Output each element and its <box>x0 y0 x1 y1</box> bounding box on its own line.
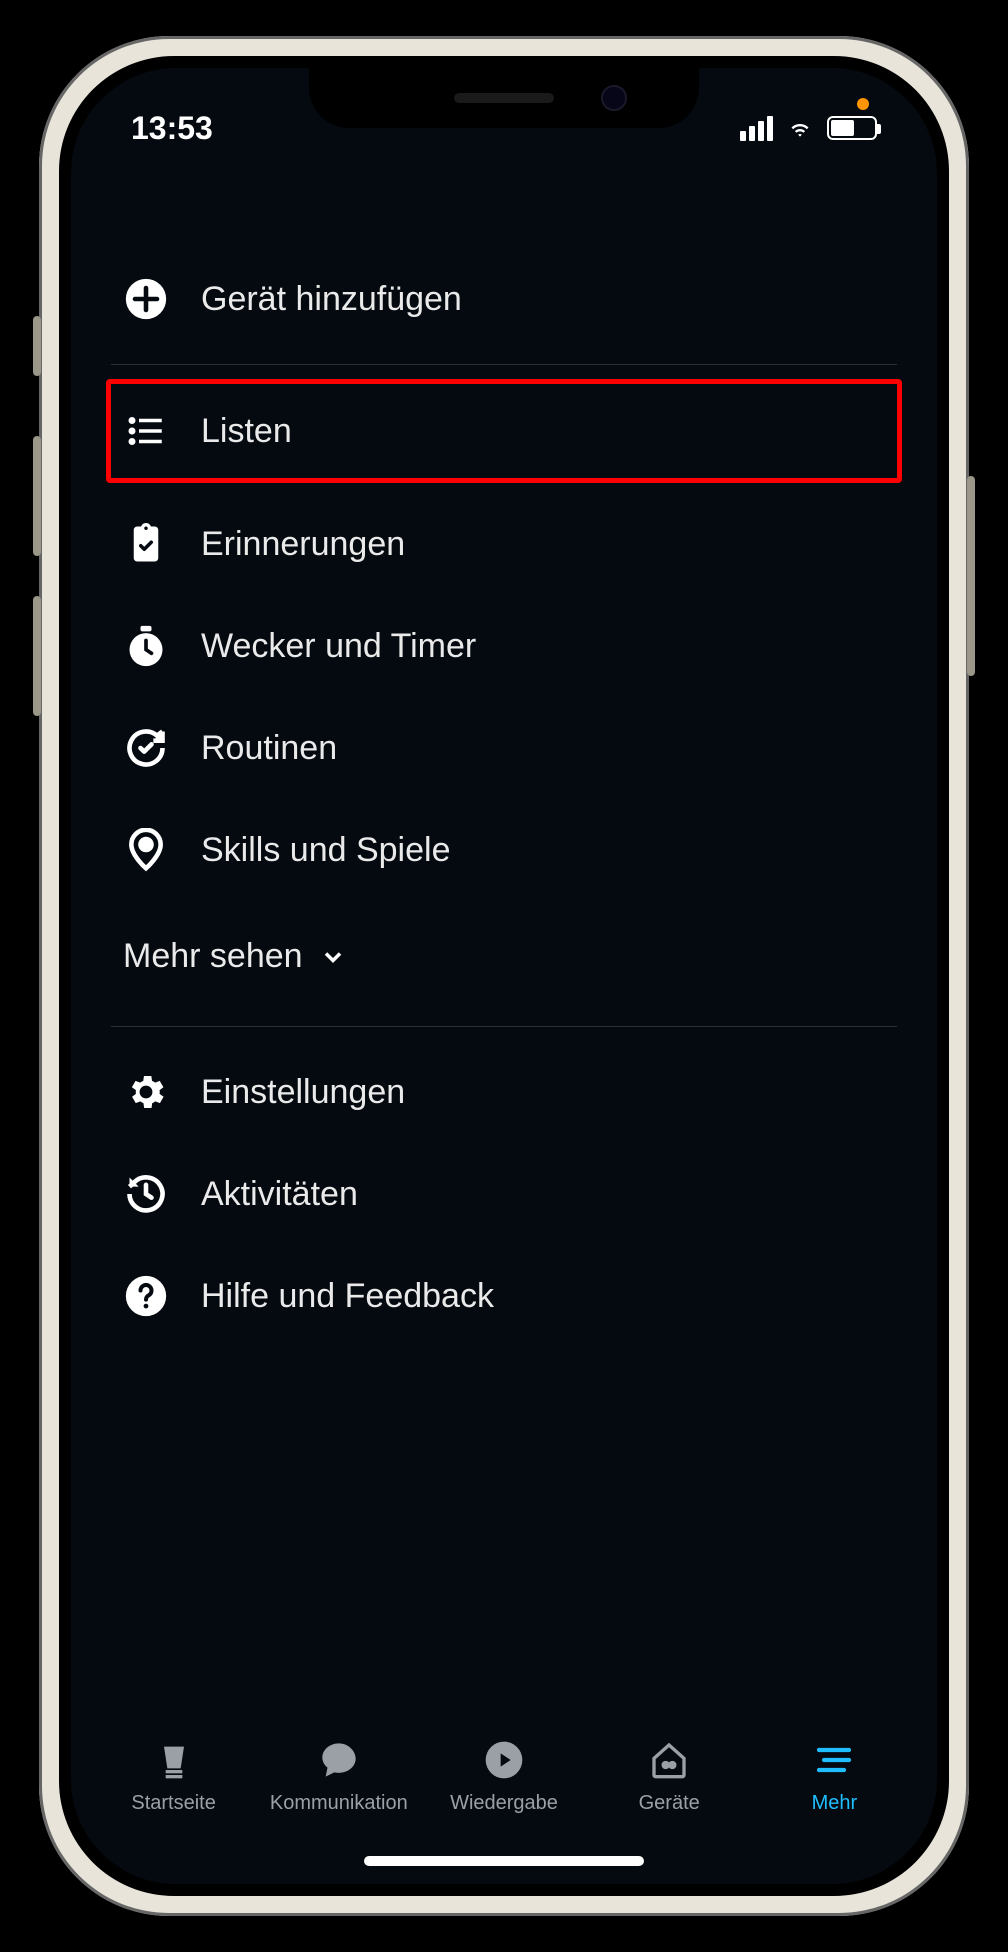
more-menu-content: Gerät hinzufügen Listen Erinnerungen <box>71 158 937 1714</box>
chevron-down-icon <box>319 943 347 971</box>
divider <box>111 1026 897 1027</box>
clipboard-check-icon <box>123 521 169 567</box>
menu-item-activities[interactable]: Aktivitäten <box>111 1143 897 1245</box>
play-circle-icon <box>482 1738 526 1782</box>
menu-item-help-feedback[interactable]: Hilfe und Feedback <box>111 1245 897 1347</box>
nav-communication[interactable]: Kommunikation <box>256 1738 421 1815</box>
see-more-label: Mehr sehen <box>123 937 303 976</box>
location-star-icon <box>123 827 169 873</box>
history-icon <box>123 1171 169 1217</box>
phone-body: 13:53 Gerät hinzufügen <box>59 56 949 1896</box>
volume-up-button <box>33 436 41 556</box>
menu-label: Wecker und Timer <box>201 627 476 666</box>
menu-item-settings[interactable]: Einstellungen <box>111 1041 897 1143</box>
home-echo-icon <box>152 1738 196 1782</box>
menu-label: Erinnerungen <box>201 525 405 564</box>
see-more-link[interactable]: Mehr sehen <box>111 901 897 1012</box>
speaker <box>454 93 554 103</box>
app-screen: 13:53 Gerät hinzufügen <box>71 68 937 1884</box>
battery-icon <box>827 116 877 140</box>
nav-playback[interactable]: Wiedergabe <box>421 1738 586 1815</box>
wifi-icon <box>785 116 815 140</box>
front-camera <box>601 85 627 111</box>
nav-label: Geräte <box>639 1792 700 1815</box>
menu-item-routines[interactable]: Routinen <box>111 697 897 799</box>
menu-label: Gerät hinzufügen <box>201 280 462 319</box>
status-right <box>740 116 877 141</box>
menu-label: Routinen <box>201 729 337 768</box>
recording-indicator-icon <box>857 98 869 110</box>
menu-item-add-device[interactable]: Gerät hinzufügen <box>111 248 897 350</box>
silence-switch <box>33 316 41 376</box>
volume-down-button <box>33 596 41 716</box>
menu-item-alarms-timers[interactable]: Wecker und Timer <box>111 595 897 697</box>
nav-label: Wiedergabe <box>450 1792 558 1815</box>
more-lines-icon <box>812 1738 856 1782</box>
gear-icon <box>123 1069 169 1115</box>
list-icon <box>123 408 169 454</box>
menu-item-reminders[interactable]: Erinnerungen <box>111 493 897 595</box>
house-devices-icon <box>647 1738 691 1782</box>
menu-label: Skills und Spiele <box>201 831 450 870</box>
home-indicator[interactable] <box>364 1856 644 1866</box>
chat-bubble-icon <box>317 1738 361 1782</box>
divider <box>111 364 897 365</box>
nav-label: Mehr <box>812 1792 858 1815</box>
routine-cycle-icon <box>123 725 169 771</box>
plus-circle-icon <box>123 276 169 322</box>
status-time: 13:53 <box>131 110 213 147</box>
menu-label: Hilfe und Feedback <box>201 1277 494 1316</box>
nav-home[interactable]: Startseite <box>91 1738 256 1815</box>
power-button <box>967 476 975 676</box>
notch <box>309 68 699 128</box>
phone-frame: 13:53 Gerät hinzufügen <box>39 36 969 1916</box>
nav-devices[interactable]: Geräte <box>587 1738 752 1815</box>
nav-label: Startseite <box>131 1792 215 1815</box>
menu-label: Aktivitäten <box>201 1175 358 1214</box>
nav-more[interactable]: Mehr <box>752 1738 917 1815</box>
alarm-clock-icon <box>123 623 169 669</box>
cellular-signal-icon <box>740 116 773 141</box>
help-circle-icon <box>123 1273 169 1319</box>
menu-item-skills-games[interactable]: Skills und Spiele <box>111 799 897 901</box>
menu-label: Einstellungen <box>201 1073 405 1112</box>
menu-label: Listen <box>201 412 292 451</box>
menu-item-lists[interactable]: Listen <box>106 379 902 483</box>
nav-label: Kommunikation <box>270 1792 408 1815</box>
